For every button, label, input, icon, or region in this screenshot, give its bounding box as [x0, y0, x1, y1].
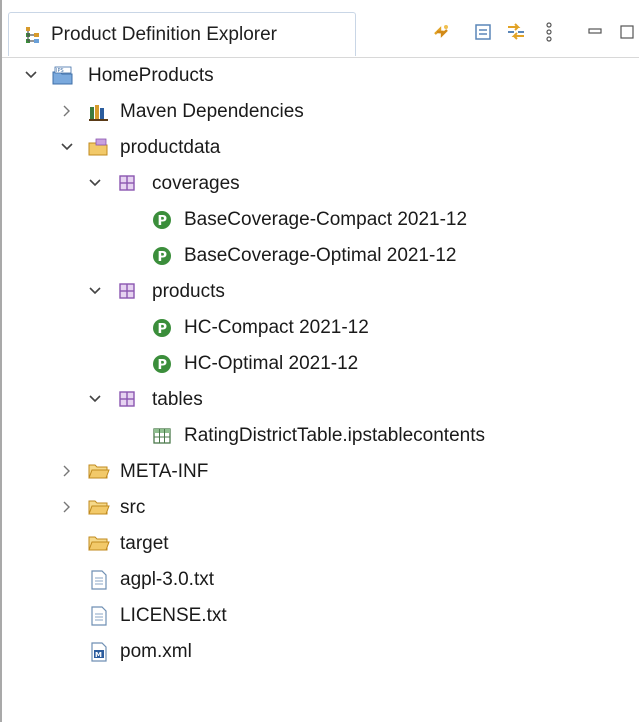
- tree-item-label: agpl-3.0.txt: [120, 569, 214, 590]
- tree-item-label: target: [120, 533, 169, 554]
- tree-item-coverage[interactable]: P BaseCoverage-Compact 2021-12: [2, 202, 622, 238]
- tree-item-coverages[interactable]: coverages: [2, 166, 622, 202]
- tree-item-label: productdata: [120, 137, 221, 158]
- tree-item-label: HC-Compact 2021-12: [184, 317, 369, 338]
- maximize-icon[interactable]: [616, 21, 638, 43]
- minimize-icon[interactable]: [584, 21, 606, 43]
- tree-item-homeproducts[interactable]: IPS HomeProducts: [2, 58, 622, 94]
- tree-item-products[interactable]: products: [2, 274, 622, 310]
- library-icon: [88, 102, 108, 122]
- tree-item-label: pom.xml: [120, 641, 192, 662]
- tree-item-file-pom[interactable]: M pom.xml: [2, 634, 622, 670]
- product-cmpt-icon: P: [152, 210, 172, 230]
- svg-text:P: P: [158, 250, 168, 265]
- package-icon: [118, 174, 138, 194]
- package-icon: [118, 282, 138, 302]
- svg-text:M: M: [95, 651, 102, 659]
- chevron-right-icon[interactable]: [60, 464, 74, 478]
- tree-item-label: HomeProducts: [88, 65, 214, 86]
- source-folder-icon: [88, 138, 108, 158]
- tree-item-label: coverages: [152, 173, 240, 194]
- chevron-down-icon[interactable]: [88, 392, 102, 406]
- product-cmpt-icon: P: [152, 354, 172, 374]
- tree-item-table-contents[interactable]: RatingDistrictTable.ipstablecontents: [2, 418, 622, 454]
- tree-item-target[interactable]: target: [2, 526, 622, 562]
- collapse-all-icon[interactable]: [472, 21, 494, 43]
- chevron-right-icon[interactable]: [60, 500, 74, 514]
- sync-icon[interactable]: [430, 21, 452, 43]
- package-icon: [118, 390, 138, 410]
- svg-text:P: P: [158, 358, 168, 373]
- chevron-down-icon[interactable]: [24, 68, 38, 82]
- svg-text:IPS: IPS: [56, 68, 64, 74]
- product-explorer-icon: [23, 26, 41, 44]
- chevron-down-icon[interactable]: [88, 284, 102, 298]
- tree-item-label: HC-Optimal 2021-12: [184, 353, 359, 374]
- folder-icon: [88, 534, 110, 554]
- tree-item-productdata[interactable]: productdata: [2, 130, 622, 166]
- tree-item-tables[interactable]: tables: [2, 382, 622, 418]
- tree-item-label: BaseCoverage-Optimal 2021-12: [184, 245, 457, 266]
- chevron-right-icon[interactable]: [60, 104, 74, 118]
- folder-icon: [88, 498, 110, 518]
- tree-item-product[interactable]: P HC-Compact 2021-12: [2, 310, 622, 346]
- view-tab[interactable]: Product Definition Explorer: [8, 12, 356, 56]
- tree-item-label: META-INF: [120, 461, 209, 482]
- ips-project-icon: IPS: [52, 66, 73, 86]
- product-cmpt-icon: P: [152, 246, 172, 266]
- folder-icon: [88, 462, 110, 482]
- tree-item-coverage[interactable]: P BaseCoverage-Optimal 2021-12: [2, 238, 622, 274]
- tree-item-product[interactable]: P HC-Optimal 2021-12: [2, 346, 622, 382]
- tree-item-meta-inf[interactable]: META-INF: [2, 454, 622, 490]
- tree-item-label: LICENSE.txt: [120, 605, 227, 626]
- view-tab-bar: Product Definition Explorer: [2, 0, 639, 58]
- svg-text:P: P: [158, 214, 168, 229]
- tree-item-maven-dependencies[interactable]: Maven Dependencies: [2, 94, 622, 130]
- link-with-editor-icon[interactable]: [505, 21, 527, 43]
- tree-item-label: Maven Dependencies: [120, 101, 304, 122]
- tree-item-label: BaseCoverage-Compact 2021-12: [184, 209, 468, 230]
- tree-item-file-agpl[interactable]: agpl-3.0.txt: [2, 562, 622, 598]
- view-menu-icon[interactable]: [538, 21, 560, 43]
- svg-text:P: P: [158, 322, 168, 337]
- text-file-icon: [90, 570, 110, 590]
- chevron-down-icon[interactable]: [60, 140, 74, 154]
- product-cmpt-icon: P: [152, 318, 172, 338]
- text-file-icon: [90, 606, 110, 626]
- maven-pom-icon: M: [90, 642, 110, 662]
- product-definition-explorer-view: Product Definition Explorer IPS HomeProd…: [0, 0, 639, 722]
- tree-item-src[interactable]: src: [2, 490, 622, 526]
- view-title: Product Definition Explorer: [51, 24, 277, 45]
- tree-item-label: src: [120, 497, 146, 518]
- tree-item-file-license[interactable]: LICENSE.txt: [2, 598, 622, 634]
- table-icon: [152, 426, 172, 446]
- chevron-down-icon[interactable]: [88, 176, 102, 190]
- tree-item-label: tables: [152, 389, 203, 410]
- tree-item-label: products: [152, 281, 225, 302]
- tree-item-label: RatingDistrictTable.ipstablecontents: [184, 425, 485, 446]
